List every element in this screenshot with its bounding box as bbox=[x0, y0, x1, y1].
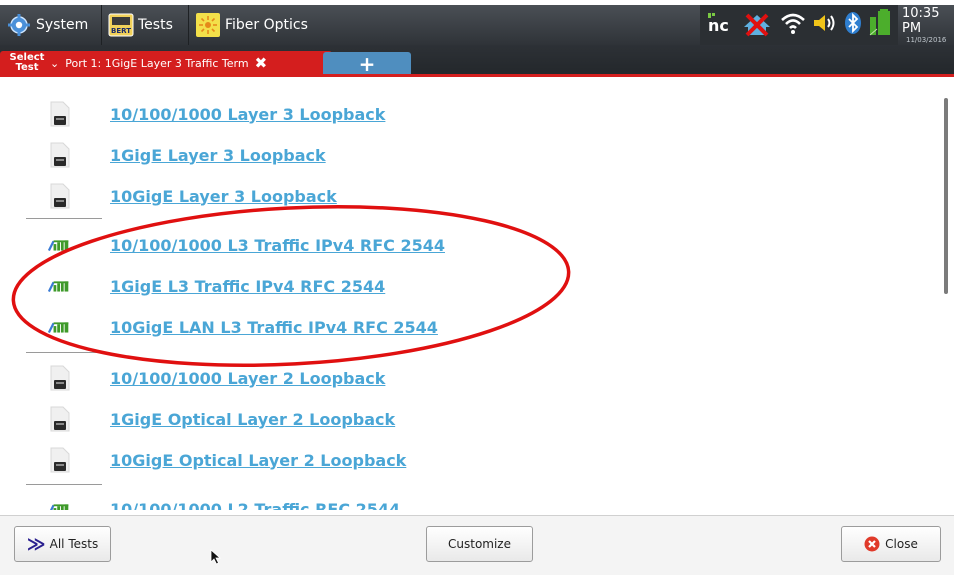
clock-time: 10:35 PM bbox=[902, 5, 940, 36]
close-button[interactable]: Close bbox=[841, 526, 941, 562]
document-icon bbox=[48, 446, 72, 474]
test-link[interactable]: 10/100/1000 L3 Traffic IPv4 RFC 2544 bbox=[110, 236, 445, 255]
status-area: nc 10:35 PM 11/03/2016 bbox=[700, 5, 954, 45]
nc-icon[interactable]: nc bbox=[706, 10, 734, 40]
bert-icon: BERT bbox=[108, 12, 134, 38]
system-menu-button[interactable]: System bbox=[0, 5, 102, 45]
traffic-chart-icon bbox=[48, 272, 72, 300]
document-icon bbox=[48, 100, 72, 128]
test-list: 10/100/1000 Layer 3 Loopback 1GigE Layer… bbox=[0, 80, 954, 510]
traffic-chart-icon bbox=[48, 495, 72, 510]
test-link[interactable]: 1GigE L3 Traffic IPv4 RFC 2544 bbox=[110, 277, 385, 296]
close-tab-icon[interactable]: ✖ bbox=[255, 54, 268, 72]
close-icon bbox=[864, 536, 880, 552]
bottom-bar: ≫ All Tests Customize Close bbox=[0, 515, 954, 575]
add-tab-button[interactable]: + bbox=[323, 51, 411, 76]
chevron-down-icon[interactable]: ⌄ bbox=[50, 57, 59, 70]
wifi-icon[interactable] bbox=[780, 11, 806, 39]
document-icon bbox=[48, 141, 72, 169]
select-test-label-line2: Test bbox=[15, 62, 39, 73]
svg-text:BERT: BERT bbox=[111, 27, 131, 35]
tab-bar: Select Test ⌄ Port 1: 1GigE Layer 3 Traf… bbox=[0, 45, 954, 76]
alert-icon[interactable] bbox=[740, 9, 774, 41]
test-item-5[interactable]: 10GigE LAN L3 Traffic IPv4 RFC 2544 bbox=[0, 310, 900, 344]
tab-underline bbox=[0, 74, 954, 77]
test-item-3[interactable]: 10/100/1000 L3 Traffic IPv4 RFC 2544 bbox=[0, 228, 900, 262]
all-tests-button[interactable]: ≫ All Tests bbox=[14, 526, 111, 562]
test-item-6[interactable]: 10/100/1000 Layer 2 Loopback bbox=[0, 361, 900, 395]
all-tests-label: All Tests bbox=[49, 537, 99, 551]
test-link[interactable]: 10/100/1000 L2 Traffic RFC 2544 bbox=[110, 500, 400, 511]
test-link[interactable]: 1GigE Layer 3 Loopback bbox=[110, 146, 326, 165]
select-test-button[interactable]: Select Test bbox=[0, 53, 50, 73]
active-tab-label: Port 1: 1GigE Layer 3 Traffic Term bbox=[65, 56, 249, 70]
battery-icon[interactable] bbox=[868, 9, 892, 41]
group-divider bbox=[26, 218, 102, 219]
fiber-optics-icon bbox=[195, 12, 221, 38]
document-icon bbox=[48, 364, 72, 392]
speaker-icon[interactable] bbox=[812, 12, 838, 38]
fiber-optics-label: Fiber Optics bbox=[225, 17, 308, 33]
add-tab-icon: + bbox=[358, 51, 376, 76]
customize-button[interactable]: Customize bbox=[426, 526, 533, 562]
system-label: System bbox=[36, 17, 89, 33]
test-item-1[interactable]: 1GigE Layer 3 Loopback bbox=[0, 138, 900, 172]
group-divider bbox=[26, 352, 102, 353]
test-item-7[interactable]: 1GigE Optical Layer 2 Loopback bbox=[0, 402, 900, 436]
test-item-4[interactable]: 1GigE L3 Traffic IPv4 RFC 2544 bbox=[0, 269, 900, 303]
top-bar: System BERT Tests Fiber Optics nc 10:35 … bbox=[0, 5, 954, 45]
test-link[interactable]: 10GigE Layer 3 Loopback bbox=[110, 187, 337, 206]
test-link[interactable]: 10GigE LAN L3 Traffic IPv4 RFC 2544 bbox=[110, 318, 438, 337]
list-scrollbar[interactable] bbox=[944, 98, 948, 294]
customize-label: Customize bbox=[448, 537, 511, 551]
document-icon bbox=[48, 182, 72, 210]
test-item-8[interactable]: 10GigE Optical Layer 2 Loopback bbox=[0, 443, 900, 477]
group-divider bbox=[26, 484, 102, 485]
test-item-2[interactable]: 10GigE Layer 3 Loopback bbox=[0, 179, 900, 213]
test-link[interactable]: 10GigE Optical Layer 2 Loopback bbox=[110, 451, 406, 470]
double-chevron-right-icon: ≫ bbox=[26, 533, 46, 555]
status-icons: nc bbox=[700, 5, 898, 45]
test-item-0[interactable]: 10/100/1000 Layer 3 Loopback bbox=[0, 97, 900, 131]
test-link[interactable]: 10/100/1000 Layer 3 Loopback bbox=[110, 105, 385, 124]
tests-label: Tests bbox=[138, 17, 173, 33]
svg-text:nc: nc bbox=[708, 16, 729, 35]
test-link[interactable]: 10/100/1000 Layer 2 Loopback bbox=[110, 369, 385, 388]
clock-date: 11/03/2016 bbox=[906, 35, 947, 44]
tab-active-test[interactable]: Select Test ⌄ Port 1: 1GigE Layer 3 Traf… bbox=[0, 51, 332, 75]
test-link[interactable]: 1GigE Optical Layer 2 Loopback bbox=[110, 410, 395, 429]
close-label: Close bbox=[885, 537, 918, 551]
traffic-chart-icon bbox=[48, 313, 72, 341]
tests-menu-button[interactable]: BERT Tests bbox=[102, 5, 189, 45]
screen: System BERT Tests Fiber Optics nc 10:35 … bbox=[0, 0, 954, 575]
bluetooth-icon[interactable] bbox=[844, 11, 862, 39]
gear-icon bbox=[6, 12, 32, 38]
test-item-9[interactable]: 10/100/1000 L2 Traffic RFC 2544 bbox=[0, 492, 900, 510]
document-icon bbox=[48, 405, 72, 433]
traffic-chart-icon bbox=[48, 231, 72, 259]
fiber-optics-menu-button[interactable]: Fiber Optics bbox=[189, 5, 317, 45]
clock: 10:35 PM 11/03/2016 bbox=[898, 5, 954, 45]
mouse-cursor-icon bbox=[210, 549, 222, 565]
